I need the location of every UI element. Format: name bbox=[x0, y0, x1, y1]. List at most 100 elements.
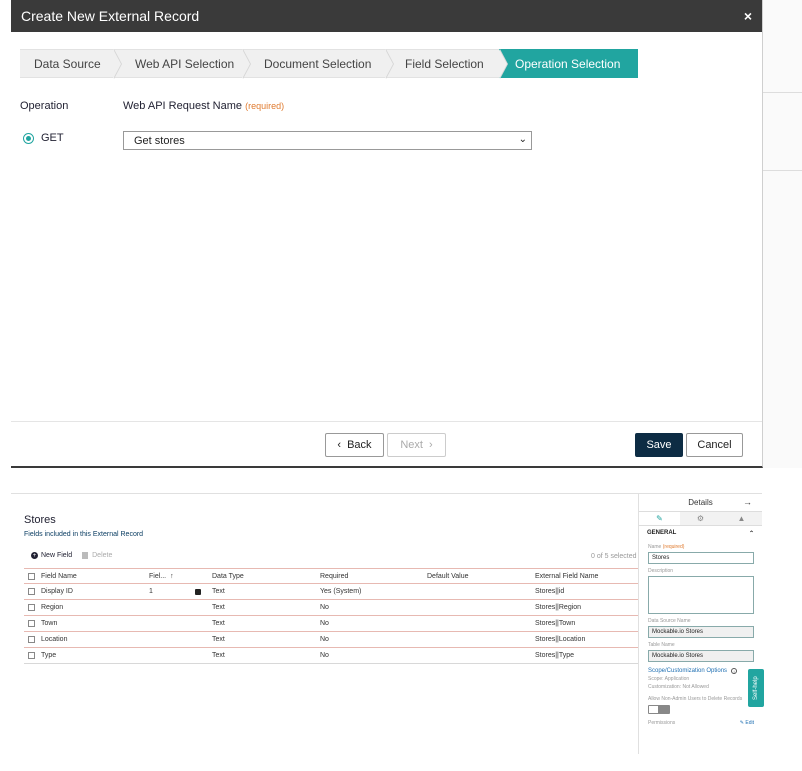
general-section-header[interactable]: GENERAL ⌃ bbox=[639, 526, 762, 540]
row-checkbox[interactable] bbox=[28, 588, 35, 595]
table-row[interactable]: Display ID 1 Text Yes (System) Stores||i… bbox=[24, 584, 638, 600]
step-operation-selection[interactable]: Operation Selection bbox=[499, 49, 638, 78]
data-type-cell: Text bbox=[212, 588, 225, 595]
data-type-cell: Text bbox=[212, 652, 225, 659]
close-icon[interactable]: × bbox=[744, 8, 752, 24]
details-title: Details bbox=[688, 498, 713, 507]
field-name-cell: Region bbox=[41, 604, 64, 611]
external-field-cell: Stores||Town bbox=[535, 620, 576, 627]
description-label: Description bbox=[648, 568, 674, 574]
description-textarea[interactable] bbox=[648, 576, 754, 614]
step-field-selection[interactable]: Field Selection bbox=[385, 49, 508, 79]
api-request-label-text: Web API Request Name bbox=[123, 100, 243, 112]
data-type-cell: Text bbox=[212, 620, 225, 627]
external-field-cell: Stores||id bbox=[535, 588, 565, 595]
details-tabs: ✎ ⚙ ▲ bbox=[639, 511, 762, 526]
radio-selected-icon[interactable] bbox=[23, 132, 34, 144]
field-name-cell: Type bbox=[41, 652, 57, 659]
next-button[interactable]: Next › bbox=[387, 433, 446, 457]
delete-label: Delete bbox=[92, 552, 113, 559]
scope-customization-link[interactable]: Scope/Customization Options i bbox=[639, 668, 762, 674]
step-document-selection[interactable]: Document Selection bbox=[242, 49, 394, 79]
permissions-row: Permissions ✎ Edit bbox=[639, 720, 762, 726]
row-checkbox[interactable] bbox=[28, 604, 35, 611]
table-header: Field Name Fiel... ↑ Data Type Required D… bbox=[24, 568, 638, 584]
select-value: Get stores bbox=[134, 134, 185, 147]
allow-delete-toggle[interactable] bbox=[648, 705, 670, 714]
create-external-record-modal: Create New External Record × Data Source… bbox=[11, 0, 763, 468]
cancel-button[interactable]: Cancel bbox=[686, 433, 743, 457]
plus-icon: + bbox=[31, 552, 38, 559]
permissions-label: Permissions bbox=[648, 720, 676, 726]
fields-table: Field Name Fiel... ↑ Data Type Required D… bbox=[24, 568, 638, 664]
chevron-up-icon: ⌃ bbox=[748, 530, 754, 537]
external-field-cell: Stores||Type bbox=[535, 652, 575, 659]
delete-button[interactable]: Delete bbox=[82, 552, 112, 559]
selected-count: 0 of 5 selected bbox=[591, 553, 637, 560]
chevron-left-icon: ‹ bbox=[337, 439, 342, 451]
col-field-name[interactable]: Field Name bbox=[41, 573, 77, 580]
back-button[interactable]: ‹ Back bbox=[325, 433, 384, 457]
required-cell: No bbox=[320, 620, 329, 627]
allow-delete-label: Allow Non-Admin Users to Delete Records bbox=[648, 696, 743, 702]
field-order-cell: 1 bbox=[149, 588, 153, 595]
record-title: Stores bbox=[24, 514, 56, 526]
new-field-button[interactable]: + New Field bbox=[31, 552, 72, 559]
modal-title: Create New External Record bbox=[21, 8, 200, 24]
data-source-name-label: Data Source Name bbox=[648, 618, 691, 624]
api-request-label: Web API Request Name (required) bbox=[123, 100, 284, 112]
lock-icon bbox=[195, 588, 201, 595]
name-input[interactable]: Stores bbox=[648, 552, 754, 564]
row-checkbox[interactable] bbox=[28, 636, 35, 643]
web-api-request-select[interactable]: Get stores ⌄ bbox=[123, 131, 532, 150]
col-required[interactable]: Required bbox=[320, 573, 348, 580]
table-name-label: Table Name bbox=[648, 642, 675, 648]
row-checkbox[interactable] bbox=[28, 652, 35, 659]
warning-icon[interactable]: ▲ bbox=[721, 512, 762, 525]
modal-header: Create New External Record × bbox=[11, 0, 762, 32]
get-operation-option[interactable]: GET bbox=[23, 132, 64, 144]
col-external-field-name[interactable]: External Field Name bbox=[535, 573, 598, 580]
external-field-cell: Stores||Location bbox=[535, 636, 586, 643]
col-default-value[interactable]: Default Value bbox=[427, 573, 469, 580]
field-name-cell: Town bbox=[41, 620, 58, 627]
field-name-cell: Display ID bbox=[41, 588, 73, 595]
field-name-cell: Location bbox=[41, 636, 68, 643]
pencil-icon[interactable]: ✎ bbox=[639, 512, 680, 525]
radio-label: GET bbox=[41, 132, 64, 144]
new-field-label: New Field bbox=[41, 552, 73, 559]
details-header: Details → bbox=[639, 494, 762, 511]
info-icon: i bbox=[731, 668, 738, 674]
external-field-cell: Stores||Region bbox=[535, 604, 582, 611]
fields-toolbar: + New Field Delete bbox=[31, 552, 112, 559]
table-row[interactable]: Town Text No Stores||Town bbox=[24, 616, 638, 632]
scope-text: Scope: Application bbox=[648, 676, 690, 682]
step-web-api-selection[interactable]: Web API Selection bbox=[113, 49, 251, 79]
required-cell: No bbox=[320, 636, 329, 643]
general-label: GENERAL bbox=[647, 530, 677, 536]
gear-icon[interactable]: ⚙ bbox=[680, 512, 721, 525]
name-label: Name (required) bbox=[648, 544, 685, 550]
table-row[interactable]: Type Text No Stores||Type bbox=[24, 648, 638, 664]
row-checkbox[interactable] bbox=[28, 620, 35, 627]
chevron-down-icon: ⌄ bbox=[518, 134, 527, 145]
table-row[interactable]: Location Text No Stores||Location bbox=[24, 632, 638, 648]
trash-icon bbox=[82, 552, 89, 559]
customization-text: Customization: Not Allowed bbox=[648, 684, 709, 690]
step-data-source[interactable]: Data Source bbox=[20, 49, 122, 79]
operation-label: Operation bbox=[20, 100, 69, 112]
data-type-cell: Text bbox=[212, 604, 225, 611]
details-panel: Details → ✎ ⚙ ▲ GENERAL ⌃ Name (required… bbox=[638, 494, 762, 754]
arrow-right-icon[interactable]: → bbox=[743, 497, 752, 507]
required-indicator: (required) bbox=[245, 101, 285, 111]
self-help-tab[interactable]: Self-help bbox=[748, 669, 764, 707]
select-all-checkbox[interactable] bbox=[28, 572, 35, 580]
table-row[interactable]: Region Text No Stores||Region bbox=[24, 600, 638, 616]
col-data-type[interactable]: Data Type bbox=[212, 573, 244, 580]
background-page-edge bbox=[763, 0, 802, 468]
required-cell: No bbox=[320, 604, 329, 611]
save-button[interactable]: Save bbox=[635, 433, 683, 457]
edit-permissions-link[interactable]: ✎ Edit bbox=[740, 720, 754, 726]
col-field-order[interactable]: Fiel... ↑ bbox=[149, 573, 174, 580]
record-subtitle: Fields included in this External Record bbox=[24, 531, 144, 538]
